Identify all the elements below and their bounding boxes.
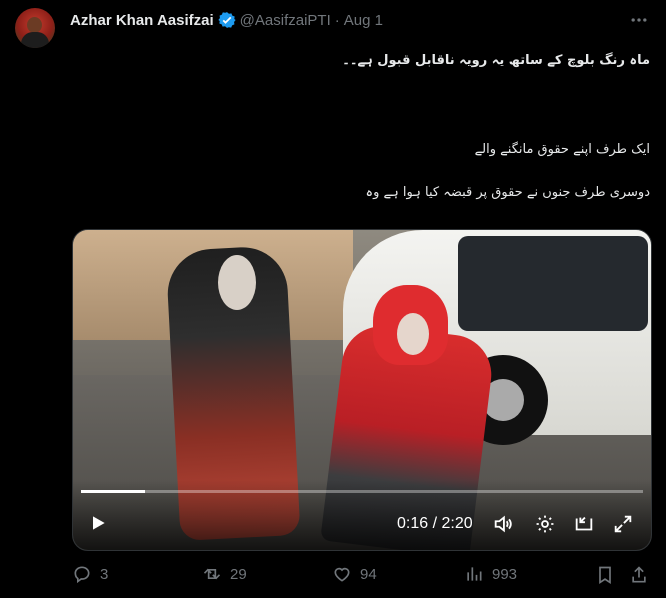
tweet-date[interactable]: Aug 1 <box>344 12 383 29</box>
video-progress-bar[interactable] <box>81 490 643 493</box>
reply-count: 3 <box>100 565 109 583</box>
tweet-text-line-2: ایک طرف اپنے حقوق مانگنے والے <box>474 142 650 157</box>
reply-icon <box>74 566 90 584</box>
picture-in-picture-icon[interactable] <box>572 512 596 536</box>
retweet-count: 29 <box>230 565 247 583</box>
video-player[interactable]: 0:16 / 2:20 <box>72 229 652 551</box>
person-in-red-scarf-face <box>397 313 429 355</box>
more-icon[interactable] <box>628 10 650 30</box>
author-name[interactable]: Azhar Khan Aasifzai <box>70 12 214 29</box>
author-handle[interactable]: @AasifzaiPTI <box>240 12 331 29</box>
verified-badge-icon <box>218 11 236 29</box>
retweet-icon <box>203 568 221 580</box>
like-button[interactable]: 94 <box>332 564 377 584</box>
views-button[interactable]: 993 <box>464 564 517 584</box>
volume-icon[interactable] <box>491 512 515 536</box>
share-icon[interactable] <box>628 564 650 586</box>
views-icon <box>467 567 482 581</box>
tweet-header: Azhar Khan Aasifzai @AasifzaiPTI · Aug 1 <box>70 10 383 30</box>
gear-icon[interactable] <box>533 512 557 536</box>
video-progress-fill <box>81 490 146 493</box>
avatar-face <box>27 17 42 33</box>
video-time: 0:16 / 2:20 <box>397 515 473 532</box>
separator-dot: · <box>334 11 340 29</box>
views-count: 993 <box>492 565 518 583</box>
tweet-text-line-3: دوسری طرف جنوں نے حقوق پر قبضہ کیا ہوا ہ… <box>365 185 650 200</box>
retweet-button[interactable]: 29 <box>202 564 247 584</box>
like-count: 94 <box>360 565 377 583</box>
van-window <box>458 236 648 331</box>
avatar-body <box>21 32 49 48</box>
tweet-text-line-1: ماہ رنگ بلوچ کے ساتھ یہ رویہ ناقابل قبول… <box>342 53 650 68</box>
person-in-dark-scarf-face <box>218 255 256 310</box>
fullscreen-icon[interactable] <box>611 512 635 536</box>
avatar[interactable] <box>15 8 55 48</box>
tweet-actions: 3 29 94 993 <box>72 564 650 586</box>
play-icon[interactable] <box>87 512 109 534</box>
reply-button[interactable]: 3 <box>72 564 108 584</box>
bookmark-icon[interactable] <box>594 564 616 586</box>
heart-icon <box>334 567 350 582</box>
